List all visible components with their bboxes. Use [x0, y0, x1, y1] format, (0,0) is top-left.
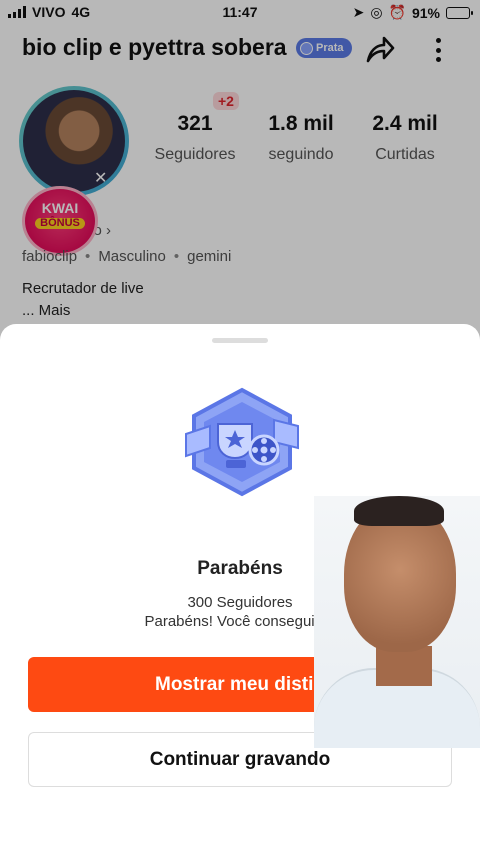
camera-person-hair [354, 496, 444, 526]
sheet-handle[interactable] [212, 338, 268, 343]
trophy-badge-icon [185, 387, 299, 497]
camera-person-neck [376, 646, 432, 686]
camera-preview[interactable] [314, 496, 480, 748]
